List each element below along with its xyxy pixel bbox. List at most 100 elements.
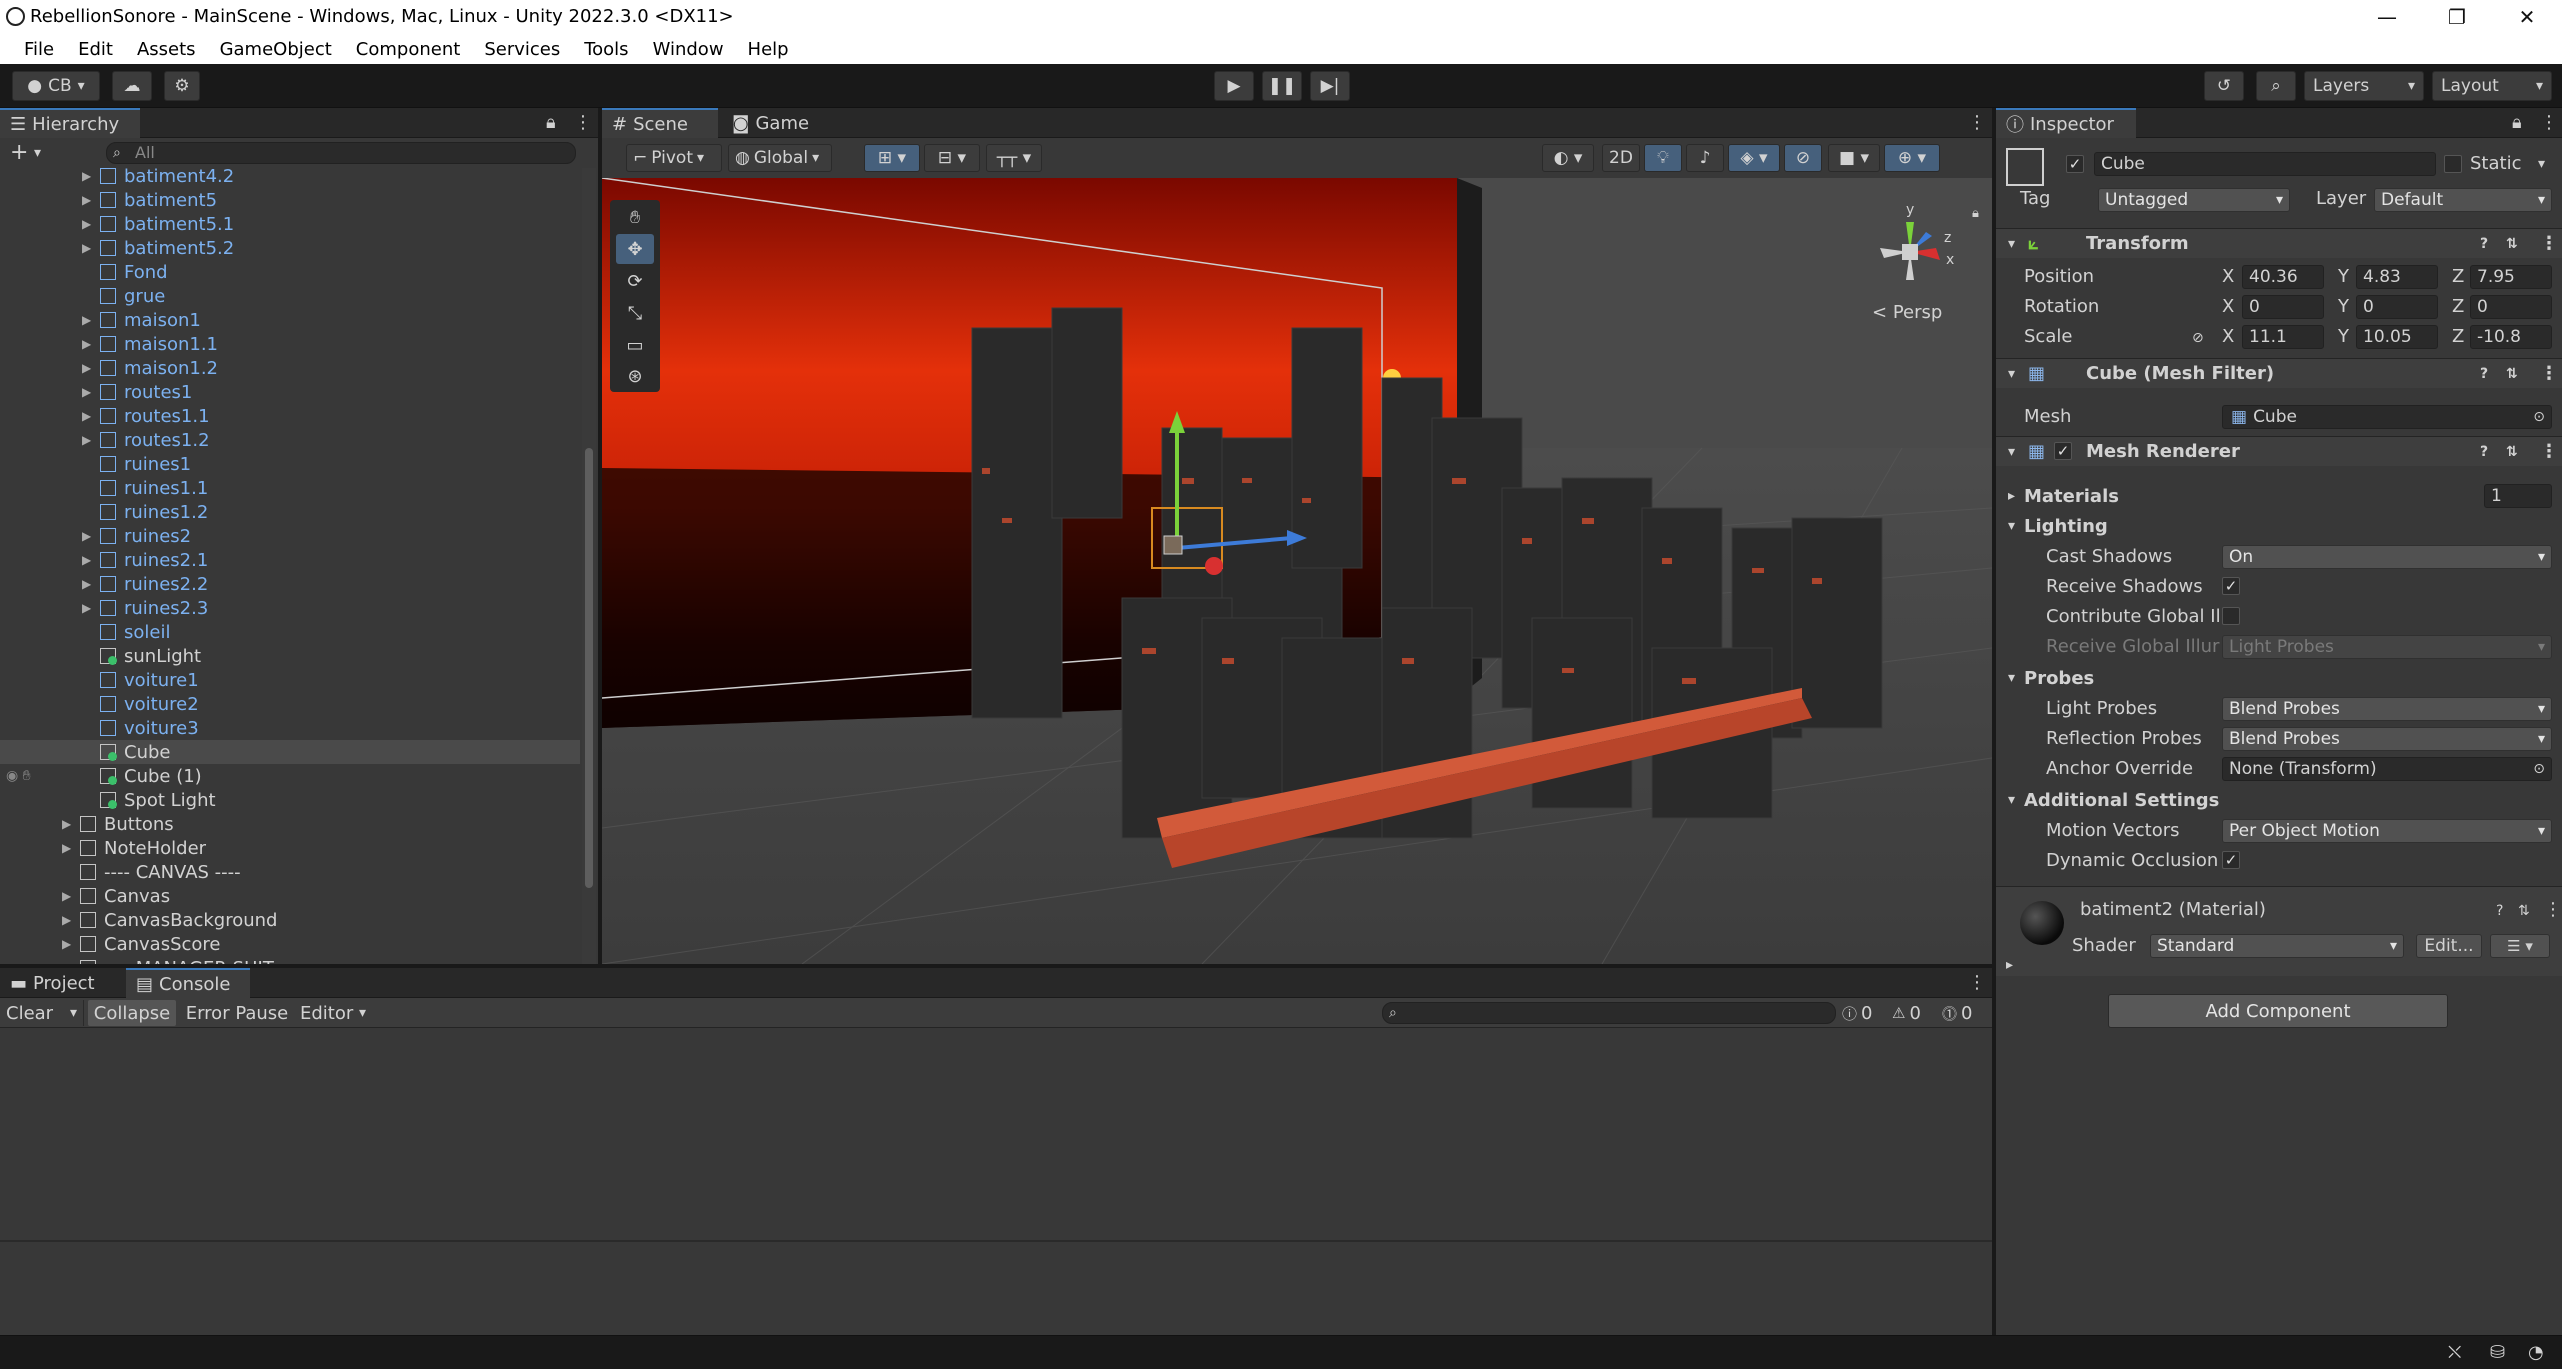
pos-z-label[interactable]: Z xyxy=(2452,266,2464,287)
hierarchy-item[interactable]: ▶ NoteHolder xyxy=(0,836,580,860)
scale-tool-button[interactable]: ⤡ xyxy=(616,298,654,328)
contribute-gi-checkbox[interactable] xyxy=(2222,607,2240,625)
hierarchy-item[interactable]: ▶ ruines2.2 xyxy=(0,572,580,596)
more-options-icon[interactable]: ⋮ xyxy=(1968,972,1986,993)
expand-arrow-icon[interactable]: ▶ xyxy=(82,409,91,423)
rotation-x-field[interactable]: 0 xyxy=(2242,295,2324,319)
menu-gameobject[interactable]: GameObject xyxy=(208,39,344,60)
play-button[interactable]: ▶ xyxy=(1214,71,1254,101)
hierarchy-item[interactable]: Cube xyxy=(0,740,580,764)
pos-x-label[interactable]: X xyxy=(2222,266,2234,287)
tab-scene[interactable]: # Scene xyxy=(602,108,718,138)
additional-settings-foldout[interactable]: Additional Settings xyxy=(2024,790,2219,811)
pivot-dropdown[interactable]: ⌐ Pivot ▾ xyxy=(626,144,722,172)
scale-y-field[interactable]: 10.05 xyxy=(2356,325,2438,349)
rot-y-label[interactable]: Y xyxy=(2338,296,2349,317)
hierarchy-search[interactable]: ⌕ All xyxy=(106,142,576,164)
account-dropdown[interactable]: ● CB ▾ xyxy=(12,71,100,101)
layers-dropdown[interactable]: Layers ▾ xyxy=(2304,71,2424,101)
expand-arrow-icon[interactable]: ▶ xyxy=(82,241,91,255)
scl-y-label[interactable]: Y xyxy=(2338,326,2349,347)
collapse-toggle[interactable]: Collapse xyxy=(88,1000,176,1026)
chevron-down-icon[interactable]: ▾ xyxy=(2008,792,2015,808)
transform-header[interactable]: ▾ ⟀ Transform ? ⇅ ⋮ xyxy=(1996,228,2562,258)
expand-arrow-icon[interactable]: ▶ xyxy=(82,553,91,567)
clear-button[interactable]: Clear ▾ xyxy=(0,1000,84,1026)
help-icon[interactable]: ? xyxy=(2480,366,2488,382)
cloud-button[interactable]: ☁ xyxy=(112,71,152,101)
hierarchy-item[interactable]: ▶ batiment5.2 xyxy=(0,236,580,260)
dynamic-occlusion-checkbox[interactable]: ✓ xyxy=(2222,851,2240,869)
hierarchy-item[interactable]: ▶ Buttons xyxy=(0,812,580,836)
rot-z-label[interactable]: Z xyxy=(2452,296,2464,317)
expand-arrow-icon[interactable]: ▶ xyxy=(82,433,91,447)
expand-arrow-icon[interactable]: ▶ xyxy=(62,841,71,855)
layer-dropdown[interactable]: Default xyxy=(2374,188,2552,212)
menu-component[interactable]: Component xyxy=(344,39,473,60)
reflection-probes-dropdown[interactable]: Blend Probes xyxy=(2222,727,2552,751)
camera-button[interactable]: ■ ▾ xyxy=(1828,144,1880,172)
console-divider[interactable] xyxy=(0,1240,1992,1242)
hierarchy-item[interactable]: ---- CANVAS ---- xyxy=(0,860,580,884)
expand-arrow-icon[interactable]: ▶ xyxy=(62,889,71,903)
draw-mode-button[interactable]: ◐ ▾ xyxy=(1542,144,1594,172)
hierarchy-item[interactable]: ▶ maison1.2 xyxy=(0,356,580,380)
link-icon[interactable]: ⊘ xyxy=(2192,330,2204,346)
hierarchy-item[interactable]: Cube (1) ◉ ✋︎ xyxy=(0,764,580,788)
hierarchy-item[interactable]: ▶ CanvasBackground xyxy=(0,908,580,932)
pos-y-label[interactable]: Y xyxy=(2338,266,2349,287)
tab-project[interactable]: ▬ Project xyxy=(0,968,120,998)
gizmos-button[interactable]: ⊕ ▾ xyxy=(1884,144,1940,172)
shader-edit-button[interactable]: Edit... xyxy=(2416,934,2482,958)
object-picker-icon[interactable]: ⊙ xyxy=(2533,409,2545,425)
move-tool-button[interactable]: ✥ xyxy=(616,234,654,264)
mesh-renderer-header[interactable]: ▾ ▦ ✓ Mesh Renderer ? ⇅ ⋮ xyxy=(1996,436,2562,466)
rot-x-label[interactable]: X xyxy=(2222,296,2234,317)
hierarchy-item[interactable]: voiture1 xyxy=(0,668,580,692)
hierarchy-item[interactable]: ▶ batiment5.1 xyxy=(0,212,580,236)
editor-dropdown[interactable]: Editor ▾ xyxy=(296,1000,372,1026)
hierarchy-item[interactable]: voiture2 xyxy=(0,692,580,716)
position-x-field[interactable]: 40.36 xyxy=(2242,265,2324,289)
scale-x-field[interactable]: 11.1 xyxy=(2242,325,2324,349)
error-count-toggle[interactable]: ⓵0 xyxy=(1942,1000,1988,1026)
expand-arrow-icon[interactable]: ▶ xyxy=(82,193,91,207)
search-button[interactable]: ⌕ xyxy=(2256,71,2296,101)
chevron-right-icon[interactable]: ▸ xyxy=(2008,488,2015,504)
hierarchy-item[interactable]: ▶ ruines2.3 xyxy=(0,596,580,620)
add-component-button[interactable]: Add Component xyxy=(2108,994,2448,1028)
hierarchy-item[interactable]: ▶ routes1.1 xyxy=(0,404,580,428)
scale-z-field[interactable]: -10.8 xyxy=(2470,325,2552,349)
orientation-gizmo[interactable]: y z x 🔒︎ < Persp xyxy=(1862,192,1982,332)
object-picker-icon[interactable]: ⊙ xyxy=(2533,761,2545,777)
visibility-icon[interactable]: ◉ ✋︎ xyxy=(6,768,31,784)
more-options-icon[interactable]: ⋮ xyxy=(1968,112,1986,133)
services-button[interactable]: ⚙ xyxy=(164,71,200,101)
step-button[interactable]: ▶| xyxy=(1310,71,1350,101)
layout-dropdown[interactable]: Layout ▾ xyxy=(2432,71,2552,101)
active-checkbox[interactable]: ✓ xyxy=(2066,155,2084,173)
hierarchy-item[interactable]: ▶ Canvas xyxy=(0,884,580,908)
position-z-field[interactable]: 7.95 xyxy=(2470,265,2552,289)
hierarchy-item[interactable]: ruines1.1 xyxy=(0,476,580,500)
rotation-z-field[interactable]: 0 xyxy=(2470,295,2552,319)
menu-file[interactable]: File xyxy=(12,39,66,60)
menu-tools[interactable]: Tools xyxy=(572,39,640,60)
hierarchy-item[interactable]: ▶ ruines2.1 xyxy=(0,548,580,572)
expand-arrow-icon[interactable]: ▶ xyxy=(62,817,71,831)
chevron-down-icon[interactable]: ▾ xyxy=(34,145,41,161)
expand-arrow-icon[interactable]: ▶ xyxy=(62,913,71,927)
hierarchy-item[interactable]: Spot Light xyxy=(0,788,580,812)
visibility-toggle[interactable]: ⊘ xyxy=(1784,144,1822,172)
cast-shadows-dropdown[interactable]: On xyxy=(2222,545,2552,569)
scl-x-label[interactable]: X xyxy=(2222,326,2234,347)
expand-arrow-icon[interactable]: ▶ xyxy=(62,961,71,964)
expand-arrow-icon[interactable]: ▶ xyxy=(82,217,91,231)
global-dropdown[interactable]: ◍ Global ▾ xyxy=(728,144,832,172)
help-icon[interactable]: ? xyxy=(2480,444,2488,460)
position-y-field[interactable]: 4.83 xyxy=(2356,265,2438,289)
chevron-down-icon[interactable]: ▾ xyxy=(2008,518,2015,534)
hierarchy-item[interactable]: ▶ ---- MANAGER SHIT ---- xyxy=(0,956,580,964)
lock-icon[interactable]: 🔒︎ xyxy=(2512,112,2522,133)
more-options-icon[interactable]: ⋮ xyxy=(2540,441,2558,462)
